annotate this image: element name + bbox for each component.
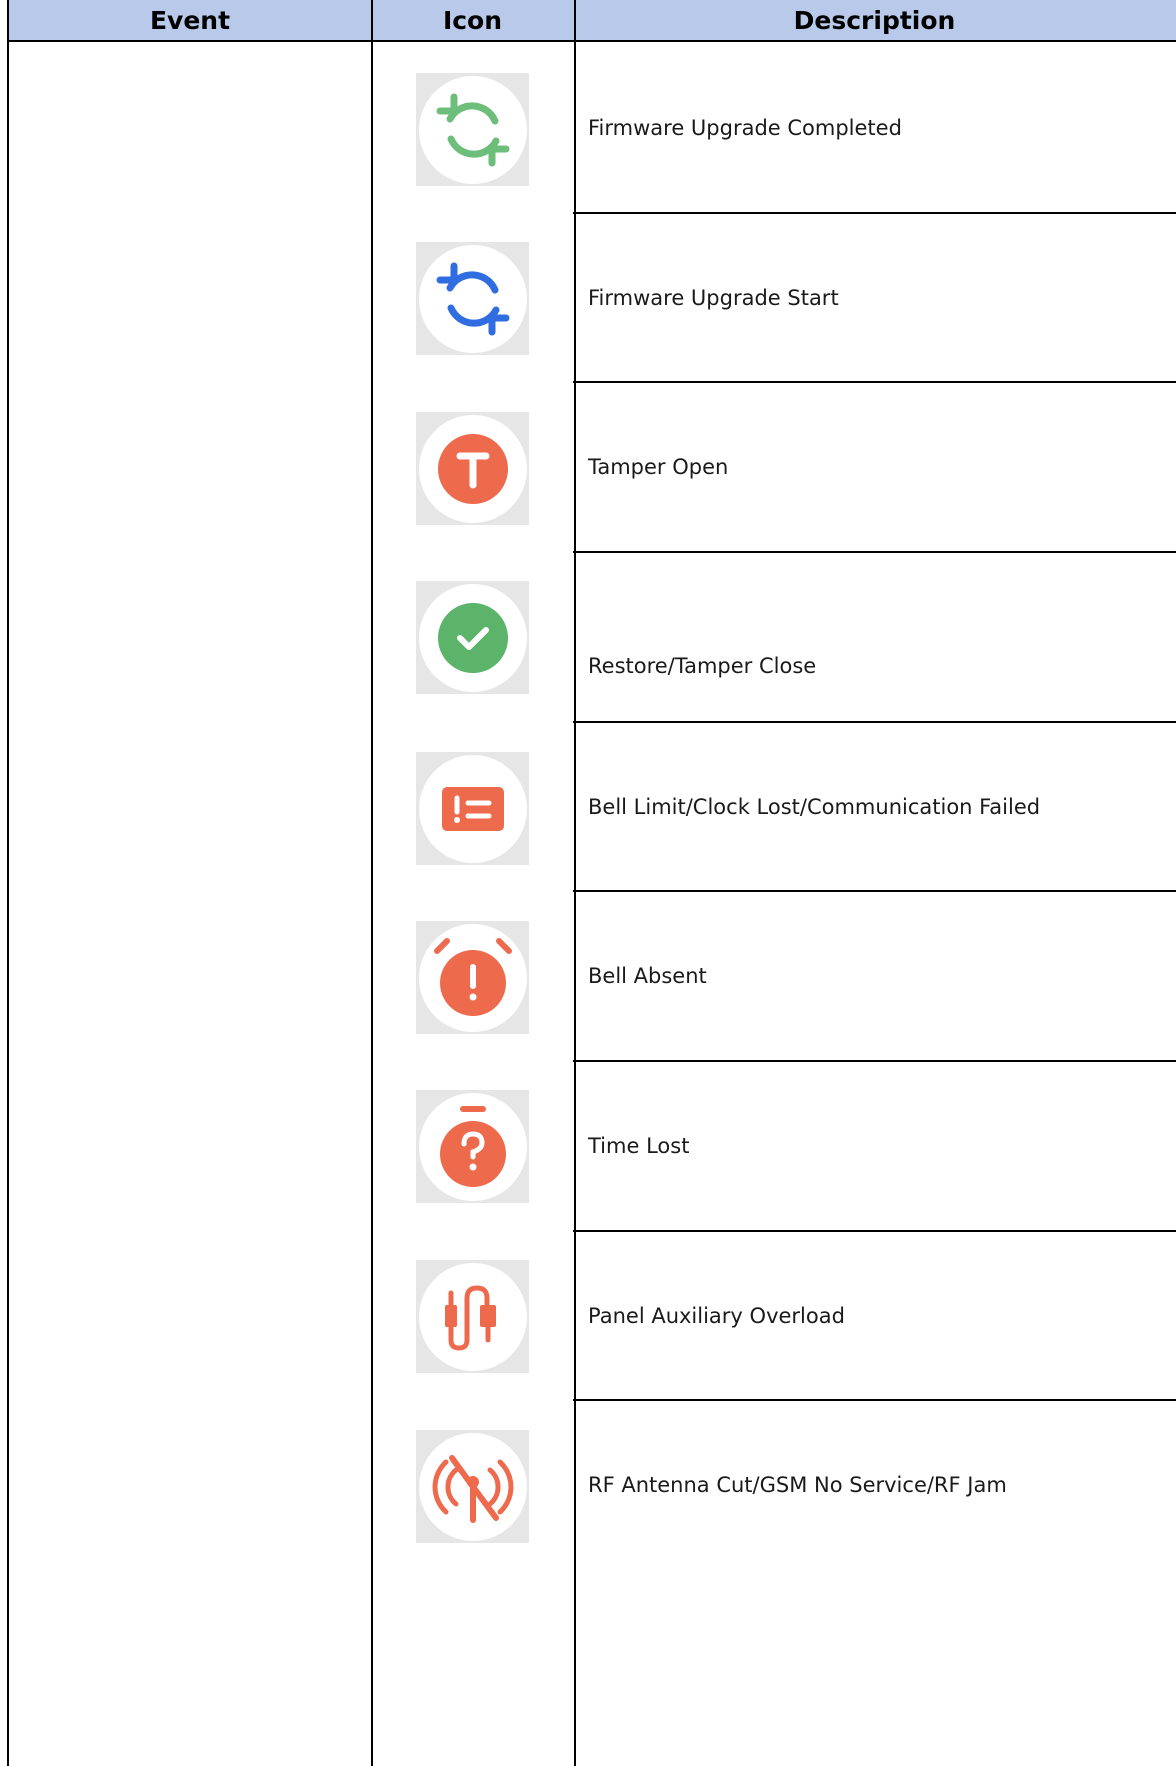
row-divider: [573, 212, 1176, 214]
description-cell: RF Antenna Cut/GSM No Service/RF Jam: [588, 1473, 1007, 1497]
alert-list-icon: [416, 752, 529, 865]
column-divider-event: [371, 0, 373, 1766]
check-icon: [416, 581, 529, 694]
row-divider: [573, 1060, 1176, 1062]
description-cell: Bell Absent: [588, 964, 707, 988]
cable-plug-icon: [416, 1260, 529, 1373]
description-cell: Bell Limit/Clock Lost/Communication Fail…: [588, 795, 1041, 819]
event-icon-table: Event Icon Description Firmware Upgrade …: [0, 0, 1176, 1766]
description-cell: Restore/Tamper Close: [588, 654, 817, 678]
header-description: Description: [793, 6, 956, 35]
sync-icon: [416, 242, 529, 355]
stopwatch-question-icon: [416, 1090, 529, 1203]
header-event: Event: [149, 6, 231, 35]
row-divider: [573, 1399, 1176, 1401]
sync-icon: [416, 73, 529, 186]
row-divider: [573, 551, 1176, 553]
event-cell: [9, 42, 371, 1766]
alarm-clock-exclamation-icon: [416, 921, 529, 1034]
row-divider: [573, 721, 1176, 723]
row-divider: [573, 381, 1176, 383]
header-icon: Icon: [442, 6, 503, 35]
description-cell: Time Lost: [588, 1134, 690, 1158]
row-divider: [573, 890, 1176, 892]
description-cell: Firmware Upgrade Completed: [588, 116, 902, 140]
description-cell: Firmware Upgrade Start: [588, 286, 839, 310]
antenna-off-icon: [416, 1430, 529, 1543]
description-cell: Panel Auxiliary Overload: [588, 1304, 845, 1328]
column-divider-icon: [574, 0, 576, 1766]
tamper-t-icon: [416, 412, 529, 525]
description-cell: Tamper Open: [588, 455, 729, 479]
row-divider: [573, 1230, 1176, 1232]
